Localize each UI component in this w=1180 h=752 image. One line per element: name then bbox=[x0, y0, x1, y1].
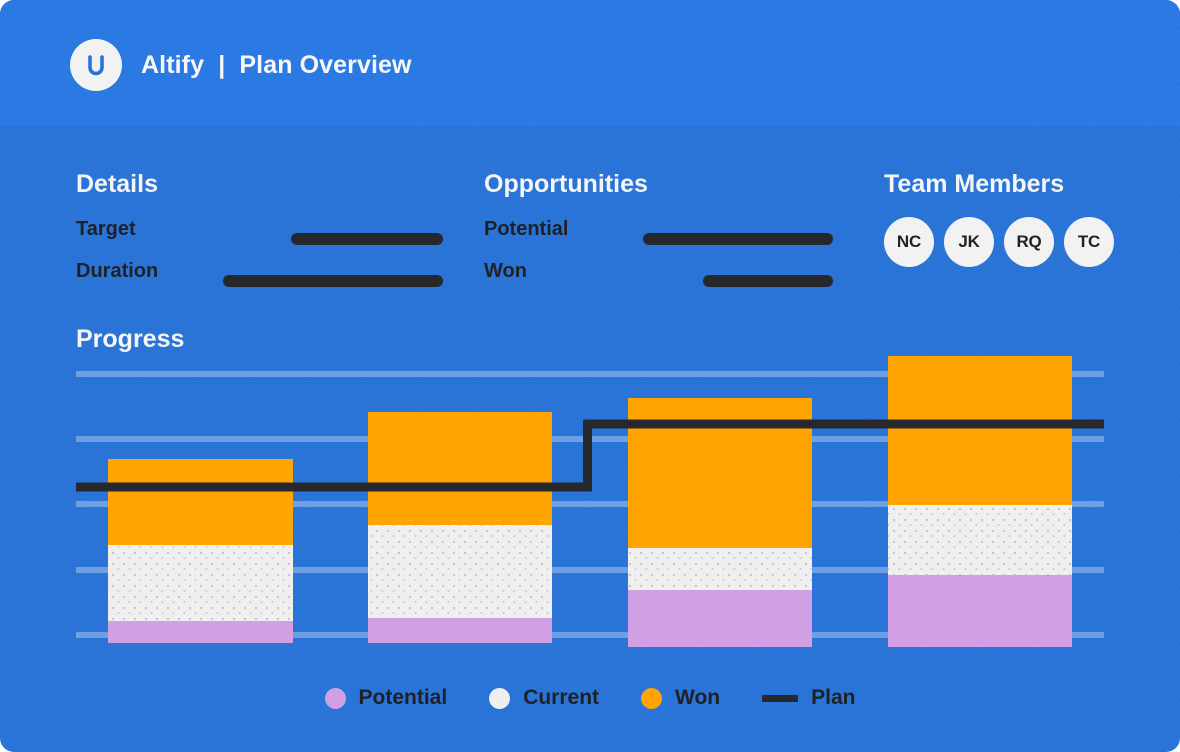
plan-overview-card: Altify | Plan Overview Details Target Du… bbox=[0, 0, 1180, 752]
bar-segment-potential bbox=[368, 618, 552, 643]
legend-label: Won bbox=[675, 686, 721, 709]
header-content: Altify | Plan Overview bbox=[70, 39, 412, 91]
legend-label: Potential bbox=[358, 686, 448, 709]
opportunities-panel: Opportunities Potential Won bbox=[484, 170, 864, 300]
legend-dot-icon bbox=[489, 687, 511, 709]
legend-item-current[interactable]: Current bbox=[489, 686, 599, 710]
legend-item-potential[interactable]: Potential bbox=[324, 686, 448, 710]
avatar[interactable]: NC bbox=[884, 217, 934, 267]
team-members-panel: Team Members NC JK RQ TC bbox=[884, 170, 1114, 267]
avatar[interactable]: TC bbox=[1064, 217, 1114, 267]
avatar-initials: TC bbox=[1077, 232, 1101, 251]
chart-legend: Potential Current Won Plan bbox=[0, 686, 1180, 710]
summary-row: Details Target Duration Opportunities Po… bbox=[0, 170, 1180, 290]
avatar[interactable]: RQ bbox=[1004, 217, 1054, 267]
bar-segment-won bbox=[368, 412, 552, 525]
legend-dot-icon bbox=[641, 687, 663, 709]
progress-heading: Progress bbox=[76, 325, 185, 353]
opportunities-potential-value-redacted bbox=[643, 233, 833, 245]
bar-segment-current bbox=[108, 545, 293, 621]
opportunities-won-value-redacted bbox=[703, 275, 833, 287]
details-panel: Details Target Duration bbox=[76, 170, 476, 300]
bar-segment-won bbox=[888, 356, 1072, 505]
bar-segment-potential bbox=[888, 575, 1072, 647]
avatar-initials: JK bbox=[958, 232, 980, 251]
bar-segment-current bbox=[368, 525, 552, 618]
legend-label: Current bbox=[523, 686, 600, 709]
avatar-initials: RQ bbox=[1016, 232, 1042, 251]
avatar-initials: NC bbox=[896, 232, 922, 251]
legend-item-plan[interactable]: Plan bbox=[762, 686, 856, 710]
page-title: Altify | Plan Overview bbox=[141, 50, 412, 79]
altify-logo-icon bbox=[70, 39, 122, 91]
opportunities-potential-label: Potential bbox=[484, 218, 569, 240]
progress-chart bbox=[76, 356, 1104, 647]
team-avatar-list: NC JK RQ TC bbox=[884, 217, 1114, 267]
legend-item-won[interactable]: Won bbox=[641, 686, 720, 710]
details-heading: Details bbox=[76, 170, 158, 198]
legend-label: Plan bbox=[811, 686, 856, 709]
bar-segment-current bbox=[888, 505, 1072, 575]
bar-segment-won bbox=[108, 459, 293, 545]
details-target-value-redacted bbox=[291, 233, 443, 245]
legend-dot-icon bbox=[324, 687, 346, 709]
team-members-heading: Team Members bbox=[884, 170, 1065, 198]
opportunities-won-label: Won bbox=[484, 260, 527, 282]
opportunities-heading: Opportunities bbox=[484, 170, 648, 198]
bar-segment-current bbox=[628, 548, 812, 590]
bar-segment-potential bbox=[108, 621, 293, 643]
avatar[interactable]: JK bbox=[944, 217, 994, 267]
legend-line-icon bbox=[762, 694, 799, 702]
bar-segment-potential bbox=[628, 590, 812, 647]
details-duration-value-redacted bbox=[223, 275, 443, 287]
